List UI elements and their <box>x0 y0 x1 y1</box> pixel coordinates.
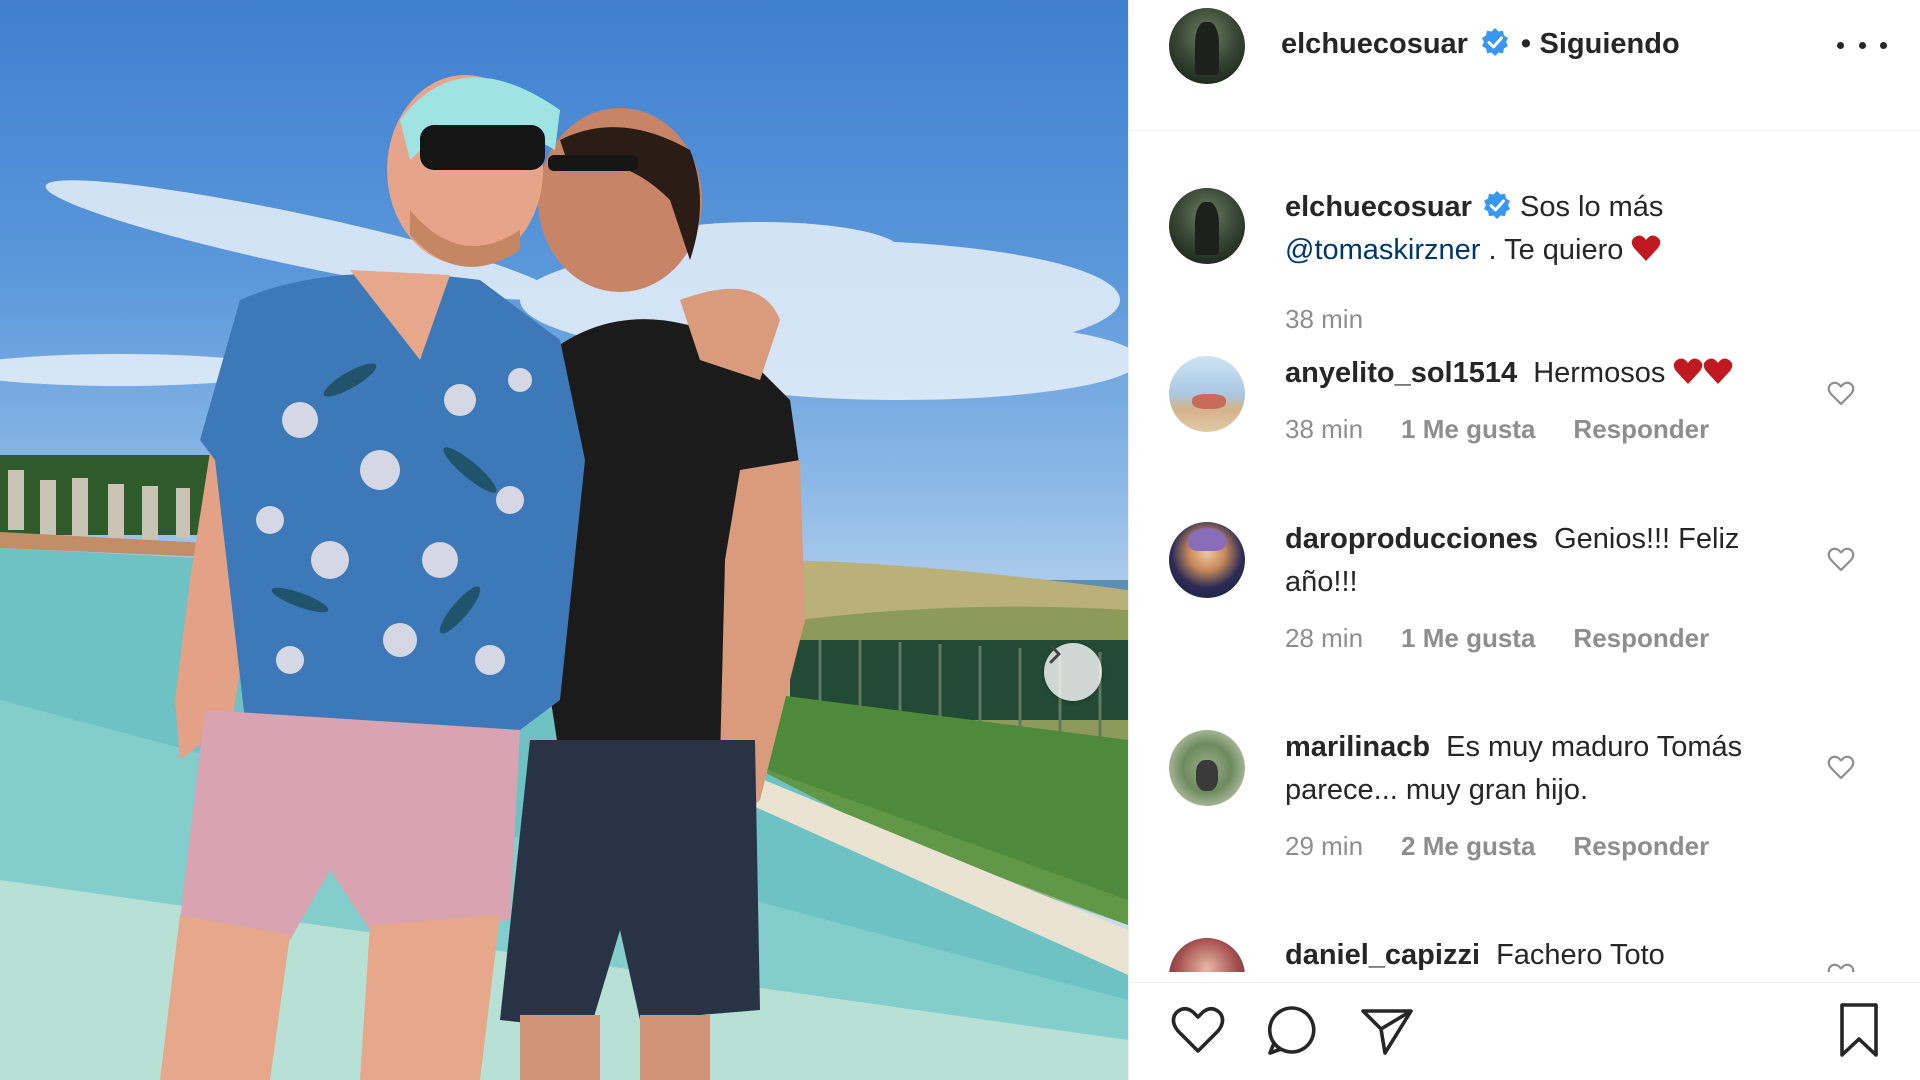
verified-badge-icon <box>1482 28 1509 56</box>
caption-username[interactable]: elchuecosuar <box>1285 191 1472 223</box>
bookmark-icon[interactable] <box>1828 999 1890 1061</box>
comment-time: 29 min <box>1285 831 1364 861</box>
comment-username[interactable]: marilinacb <box>1285 731 1430 763</box>
action-bar <box>1129 982 1920 1080</box>
author-avatar[interactable] <box>1169 8 1245 84</box>
comment-like-heart-icon[interactable] <box>1826 544 1856 574</box>
comment-like-heart-icon[interactable] <box>1826 960 1856 972</box>
commenter-avatar[interactable] <box>1169 522 1245 598</box>
header-username[interactable]: elchuecosuar <box>1281 28 1468 60</box>
more-options-button[interactable] <box>1837 30 1887 60</box>
photo-scene <box>0 75 1128 1080</box>
comment-reply-button[interactable]: Responder <box>1573 623 1709 654</box>
caption-text-part1: Sos lo más <box>1519 191 1664 223</box>
comment-text: Hermosos <box>1533 357 1666 389</box>
caption-text-part2: . Te quiero <box>1488 234 1624 266</box>
comments-list[interactable]: elchuecosuar Sos lo más @tomaskirzner . … <box>1129 132 1920 972</box>
caption-mention[interactable]: @tomaskirzner <box>1285 234 1480 266</box>
commenter-avatar[interactable] <box>1169 730 1245 806</box>
comment-likes[interactable]: 2 Me gusta <box>1401 831 1535 862</box>
commenter-avatar[interactable] <box>1169 938 1245 972</box>
send-icon[interactable] <box>1355 999 1417 1061</box>
comment-username[interactable]: anyelito_sol1514 <box>1285 357 1517 389</box>
more-dots-icon <box>1837 41 1844 49</box>
caption-time: 38 min <box>1285 304 1364 334</box>
comment-text: Fachero Toto <box>1496 939 1665 971</box>
follow-status-button[interactable]: Siguiendo <box>1540 28 1680 60</box>
comment-username[interactable]: daniel_capizzi <box>1285 939 1480 971</box>
separator-dot: • <box>1520 28 1532 60</box>
comment-time: 38 min <box>1285 414 1364 444</box>
chevron-right-icon <box>1049 644 1061 664</box>
heart-icon[interactable] <box>1167 999 1229 1061</box>
comment-likes[interactable]: 1 Me gusta <box>1401 414 1535 445</box>
comment-username[interactable]: daroproducciones <box>1285 523 1538 555</box>
comment-likes[interactable]: 1 Me gusta <box>1401 623 1535 654</box>
red-heart-emoji-icon <box>1674 358 1703 384</box>
comment-reply-button[interactable]: Responder <box>1573 414 1709 445</box>
comment-icon[interactable] <box>1261 999 1323 1061</box>
comment-time: 28 min <box>1285 623 1364 653</box>
post-header: elchuecosuar • Siguiendo <box>1129 0 1920 131</box>
comment-like-heart-icon[interactable] <box>1826 752 1856 782</box>
red-heart-emoji-icon <box>1632 235 1661 261</box>
carousel-next-button[interactable] <box>1044 643 1102 701</box>
commenter-avatar[interactable] <box>1169 356 1245 432</box>
comment-like-heart-icon[interactable] <box>1826 378 1856 408</box>
caption-avatar[interactable] <box>1169 188 1245 264</box>
red-heart-emoji-icon <box>1704 358 1733 384</box>
comment-reply-button[interactable]: Responder <box>1573 831 1709 862</box>
post-side-panel: elchuecosuar • Siguiendo elchuecosuar So… <box>1128 0 1920 1080</box>
post-photo[interactable] <box>0 0 1128 1080</box>
verified-badge-icon <box>1483 191 1510 219</box>
